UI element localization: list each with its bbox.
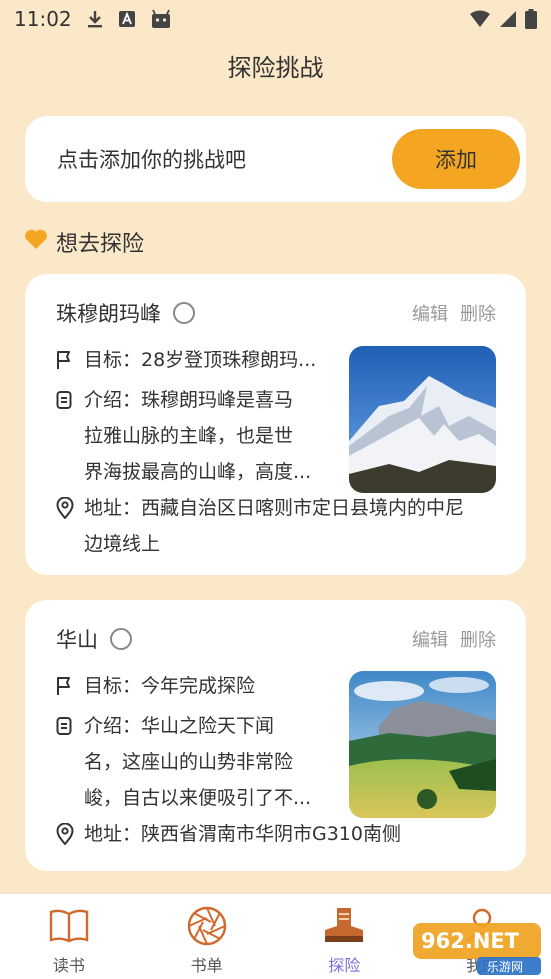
- site-watermark: 962.NET 乐游网: [407, 917, 547, 977]
- nav-label: 探险: [328, 956, 361, 975]
- intro-line: 拉雅山脉的主峰，也是世: [84, 425, 294, 447]
- edit-button[interactable]: 编辑: [412, 300, 448, 326]
- challenge-card[interactable]: 华山 编辑 删除 目标：今年完成探险 介绍：华山之险天下闻 名，这座山的山势非常…: [25, 600, 526, 871]
- nav-label: 读书: [52, 956, 85, 975]
- watermark-text: 962.NET: [421, 929, 520, 953]
- intro-line: 介绍：华山之险天下闻: [84, 715, 275, 737]
- intro-line: 界海拔最高的山峰，高度...: [84, 461, 312, 483]
- address-row: 地址：陕西省渭南市华阴市G310南侧: [56, 816, 401, 852]
- battery-icon: [525, 9, 537, 29]
- address-line: 边境线上: [84, 533, 161, 555]
- page-title: 探险挑战: [227, 54, 324, 82]
- wifi-icon: [469, 10, 491, 28]
- flag-icon: [56, 668, 78, 704]
- nav-item-booklist[interactable]: 书单: [138, 894, 276, 979]
- delete-button[interactable]: 删除: [460, 626, 496, 652]
- status-bar: 11:02: [0, 0, 551, 38]
- intro-line: 峻，自古以来便吸引了不...: [84, 787, 312, 809]
- section-title: 想去探险: [56, 232, 145, 257]
- intro-line: 介绍：珠穆朗玛峰是喜马: [84, 389, 294, 411]
- address-row: 地址：西藏自治区日喀则市定日县境内的中尼 边境线上: [56, 490, 464, 562]
- card-title-text: 珠穆朗玛峰: [56, 302, 161, 326]
- location-pin-icon: [56, 490, 78, 526]
- card-actions: 编辑 删除: [412, 300, 496, 326]
- goal-row: 目标：28岁登顶珠穆朗玛...: [56, 342, 316, 378]
- everest-photo: [349, 346, 496, 493]
- card-title: 珠穆朗玛峰: [56, 298, 195, 328]
- goal-text: 目标：28岁登顶珠穆朗玛...: [84, 349, 317, 371]
- section-header: 想去探险: [24, 226, 144, 258]
- aperture-icon: [185, 904, 229, 948]
- delete-button[interactable]: 删除: [460, 300, 496, 326]
- intro-row: 介绍：华山之险天下闻 名，这座山的山势非常险 峻，自古以来便吸引了不...: [56, 708, 311, 816]
- intro-line: 名，这座山的山势非常险: [84, 751, 294, 773]
- nav-label: 书单: [190, 956, 223, 975]
- card-title-text: 华山: [56, 628, 98, 652]
- status-time: 11:02: [14, 7, 72, 31]
- add-challenge-prompt: 点击添加你的挑战吧: [57, 148, 246, 172]
- android-icon: [150, 9, 172, 29]
- document-icon: [56, 382, 78, 418]
- address-line: 地址：西藏自治区日喀则市定日县境内的中尼: [84, 497, 465, 519]
- huashan-photo: [349, 671, 496, 818]
- nav-item-reading[interactable]: 读书: [0, 894, 138, 979]
- address-line: 地址：陕西省渭南市华阴市G310南侧: [84, 823, 401, 845]
- card-title: 华山: [56, 624, 132, 654]
- add-challenge-card: 点击添加你的挑战吧 添加: [25, 116, 526, 202]
- font-app-icon: [118, 10, 136, 28]
- card-actions: 编辑 删除: [412, 626, 496, 652]
- book-icon: [47, 904, 91, 948]
- heart-icon: [24, 228, 48, 256]
- add-button[interactable]: 添加: [392, 129, 520, 189]
- complete-radio[interactable]: [173, 302, 195, 324]
- boot-icon: [322, 904, 366, 948]
- watermark-subtext: 乐游网: [487, 960, 524, 974]
- goal-row: 目标：今年完成探险: [56, 668, 255, 704]
- document-icon: [56, 708, 78, 744]
- goal-text: 目标：今年完成探险: [84, 675, 256, 697]
- flag-icon: [56, 342, 78, 378]
- nav-item-adventure[interactable]: 探险: [276, 894, 414, 979]
- download-icon: [86, 9, 104, 29]
- signal-icon: [499, 10, 517, 28]
- complete-radio[interactable]: [110, 628, 132, 650]
- edit-button[interactable]: 编辑: [412, 626, 448, 652]
- location-pin-icon: [56, 816, 78, 852]
- intro-row: 介绍：珠穆朗玛峰是喜马 拉雅山脉的主峰，也是世 界海拔最高的山峰，高度...: [56, 382, 311, 490]
- challenge-card[interactable]: 珠穆朗玛峰 编辑 删除 目标：28岁登顶珠穆朗玛... 介绍：珠穆朗玛峰是喜马 …: [25, 274, 526, 575]
